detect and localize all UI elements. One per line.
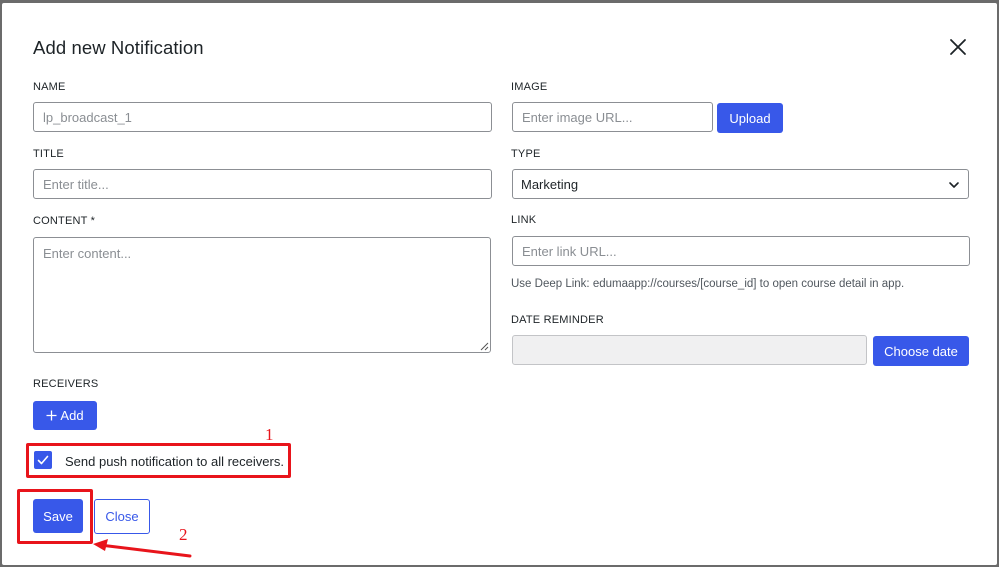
close-button[interactable]: Close <box>94 499 150 534</box>
date-reminder-input[interactable] <box>512 335 867 365</box>
plus-icon <box>46 410 57 421</box>
type-label: TYPE <box>511 148 541 160</box>
annotation-arrow-icon <box>93 539 192 558</box>
annotation-box-2 <box>17 489 93 544</box>
type-select[interactable]: Marketing <box>512 169 969 199</box>
content-label: CONTENT * <box>33 215 96 227</box>
date-reminder-label: DATE REMINDER <box>511 314 604 326</box>
title-label: TITLE <box>33 148 64 160</box>
choose-date-button[interactable]: Choose date <box>873 336 969 366</box>
link-label: LINK <box>511 214 537 226</box>
name-input[interactable] <box>33 102 492 132</box>
add-receiver-button[interactable]: Add <box>33 401 97 430</box>
image-url-input[interactable] <box>512 102 713 132</box>
add-notification-modal: Add new Notification NAME IMAGE Upload T… <box>2 3 997 565</box>
content-textarea[interactable] <box>33 237 491 353</box>
title-input[interactable] <box>33 169 492 199</box>
chevron-down-icon <box>949 182 959 188</box>
upload-button[interactable]: Upload <box>717 103 783 133</box>
modal-title: Add new Notification <box>33 37 204 58</box>
resize-handle-icon[interactable] <box>480 342 489 351</box>
link-url-input[interactable] <box>512 236 970 266</box>
link-help-text: Use Deep Link: edumaapp://courses/[cours… <box>511 278 905 290</box>
close-icon[interactable] <box>946 35 970 59</box>
annotation-number-1: 1 <box>265 425 274 444</box>
type-selected-value: Marketing <box>521 176 579 192</box>
image-label: IMAGE <box>511 81 548 93</box>
annotation-box-1 <box>26 443 291 478</box>
receivers-label: RECEIVERS <box>33 378 99 390</box>
name-label: NAME <box>33 81 66 93</box>
add-receiver-label: Add <box>60 408 84 423</box>
